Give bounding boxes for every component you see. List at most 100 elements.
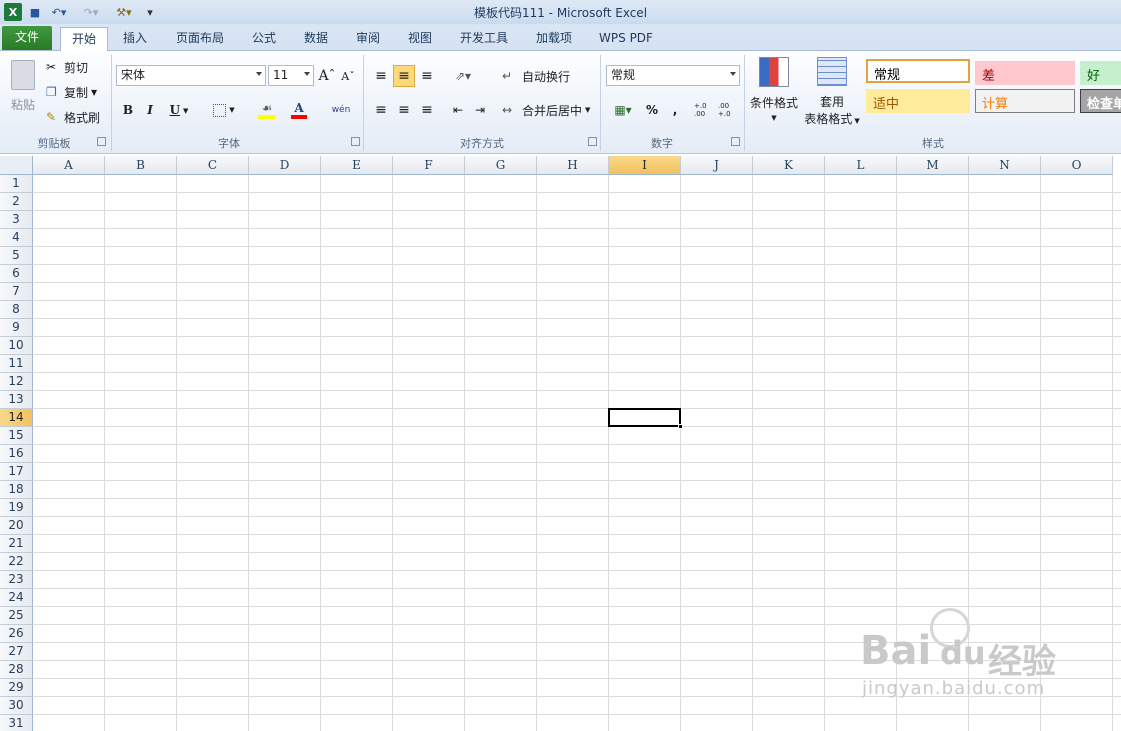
tab-page-layout[interactable]: 页面布局 <box>166 27 234 51</box>
column-header[interactable]: E <box>321 156 393 175</box>
grow-font-icon[interactable]: Aˆ <box>318 65 336 86</box>
tab-review[interactable]: 审阅 <box>348 27 388 51</box>
align-right-icon[interactable]: ≡ <box>416 99 438 121</box>
paste-button[interactable]: 粘贴 <box>6 55 40 117</box>
currency-icon[interactable]: ▦▾ <box>608 99 638 121</box>
phonetic-button[interactable]: wén <box>326 100 356 120</box>
row-header[interactable]: 17 <box>0 463 33 481</box>
column-header[interactable]: N <box>969 156 1041 175</box>
row-header[interactable]: 8 <box>0 301 33 319</box>
conditional-format-button[interactable]: 条件格式 ▼ <box>748 55 800 127</box>
column-header[interactable]: F <box>393 156 465 175</box>
column-header[interactable]: B <box>105 156 177 175</box>
align-top-icon[interactable]: ≡ <box>370 65 392 87</box>
row-header[interactable]: 26 <box>0 625 33 643</box>
tab-formulas[interactable]: 公式 <box>244 27 284 51</box>
tab-home[interactable]: 开始 <box>60 27 108 52</box>
row-header[interactable]: 16 <box>0 445 33 463</box>
row-header[interactable]: 20 <box>0 517 33 535</box>
row-header[interactable]: 18 <box>0 481 33 499</box>
wrap-text-button[interactable]: ↵ 自动换行 <box>502 65 576 87</box>
format-as-table-button[interactable]: 套用 表格格式 ▼ <box>802 55 862 127</box>
row-header[interactable]: 23 <box>0 571 33 589</box>
tab-file[interactable]: 文件 <box>2 26 52 50</box>
row-header[interactable]: 3 <box>0 211 33 229</box>
cell-style-1[interactable]: 差 <box>975 61 1075 85</box>
row-header[interactable]: 13 <box>0 391 33 409</box>
row-header[interactable]: 4 <box>0 229 33 247</box>
shrink-font-icon[interactable]: Aˇ <box>340 67 356 85</box>
cell-style-3[interactable]: 适中 <box>866 89 970 113</box>
row-header[interactable]: 2 <box>0 193 33 211</box>
column-header[interactable]: K <box>753 156 825 175</box>
column-header[interactable]: M <box>897 156 969 175</box>
row-header[interactable]: 6 <box>0 265 33 283</box>
align-left-icon[interactable]: ≡ <box>370 99 392 121</box>
column-header[interactable]: D <box>249 156 321 175</box>
row-header[interactable]: 5 <box>0 247 33 265</box>
column-header[interactable]: C <box>177 156 249 175</box>
column-header[interactable]: H <box>537 156 609 175</box>
column-header[interactable]: A <box>33 156 105 175</box>
font-name-combo[interactable]: 宋体 <box>116 65 266 86</box>
decrease-indent-icon[interactable]: ⇤ <box>448 99 468 121</box>
row-header[interactable]: 11 <box>0 355 33 373</box>
row-header[interactable]: 29 <box>0 679 33 697</box>
tab-insert[interactable]: 插入 <box>114 27 156 51</box>
row-header[interactable]: 24 <box>0 589 33 607</box>
row-header[interactable]: 9 <box>0 319 33 337</box>
tab-addins[interactable]: 加载项 <box>528 27 580 51</box>
cut-button[interactable]: ✂ 剪切 <box>46 58 98 76</box>
column-header[interactable]: L <box>825 156 897 175</box>
number-launcher-icon[interactable] <box>731 137 740 146</box>
format-painter-button[interactable]: ✎ 格式刷 <box>46 108 106 126</box>
tab-view[interactable]: 视图 <box>400 27 440 51</box>
percent-button[interactable]: % <box>642 99 662 121</box>
row-header[interactable]: 22 <box>0 553 33 571</box>
align-middle-icon[interactable]: ≡ <box>393 65 415 87</box>
row-header[interactable]: 28 <box>0 661 33 679</box>
row-header[interactable]: 19 <box>0 499 33 517</box>
number-format-combo[interactable]: 常规 <box>606 65 740 86</box>
select-all-corner[interactable] <box>0 156 33 175</box>
column-header[interactable]: I <box>609 156 681 175</box>
row-header[interactable]: 30 <box>0 697 33 715</box>
row-header[interactable]: 21 <box>0 535 33 553</box>
row-header[interactable]: 25 <box>0 607 33 625</box>
copy-button[interactable]: ❐ 复制 ▼ <box>46 83 106 101</box>
clipboard-launcher-icon[interactable] <box>97 137 106 146</box>
font-color-button[interactable]: A <box>284 98 314 122</box>
orientation-icon[interactable]: ⇗▾ <box>448 65 478 87</box>
font-launcher-icon[interactable] <box>351 137 360 146</box>
underline-button[interactable]: U ▼ <box>164 100 194 120</box>
increase-indent-icon[interactable]: ⇥ <box>470 99 490 121</box>
italic-button[interactable]: I <box>140 100 160 120</box>
fill-color-button[interactable]: ☙ <box>250 98 284 122</box>
align-bottom-icon[interactable]: ≡ <box>416 65 438 87</box>
active-cell[interactable] <box>608 408 683 429</box>
alignment-launcher-icon[interactable] <box>588 137 597 146</box>
borders-button[interactable]: ▼ <box>208 100 240 120</box>
merge-center-button[interactable]: ↔ 合并后居中 ▼ <box>502 99 596 121</box>
font-size-combo[interactable]: 11 <box>268 65 314 86</box>
row-header[interactable]: 27 <box>0 643 33 661</box>
decrease-decimal-button[interactable]: .00 +.0 <box>718 99 740 121</box>
row-header[interactable]: 1 <box>0 175 33 193</box>
row-header[interactable]: 15 <box>0 427 33 445</box>
cell-style-5[interactable]: 检查单 <box>1080 89 1121 113</box>
bold-button[interactable]: B <box>118 100 138 120</box>
tab-data[interactable]: 数据 <box>296 27 336 51</box>
row-header[interactable]: 14 <box>0 409 33 427</box>
tab-developer[interactable]: 开发工具 <box>452 27 516 51</box>
cell-style-4[interactable]: 计算 <box>975 89 1075 113</box>
increase-decimal-button[interactable]: +.0 .00 <box>694 99 716 121</box>
column-header[interactable]: G <box>465 156 537 175</box>
cell-style-0[interactable]: 常规 <box>866 59 970 83</box>
row-header[interactable]: 12 <box>0 373 33 391</box>
row-header[interactable]: 10 <box>0 337 33 355</box>
column-header[interactable]: J <box>681 156 753 175</box>
fill-handle[interactable] <box>678 424 683 429</box>
column-header[interactable]: O <box>1041 156 1113 175</box>
row-header[interactable]: 31 <box>0 715 33 731</box>
cell-style-2[interactable]: 好 <box>1080 61 1121 85</box>
